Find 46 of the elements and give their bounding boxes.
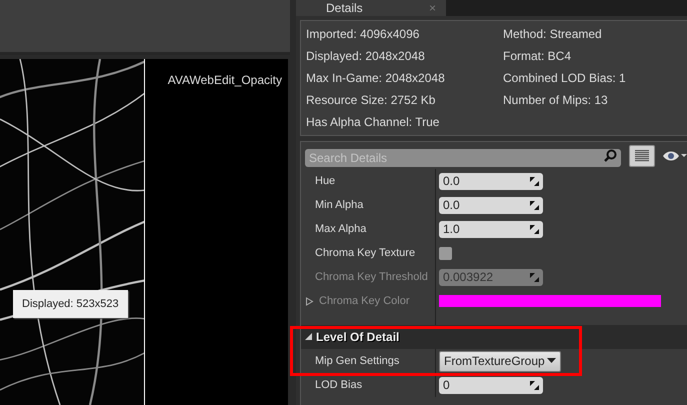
list-view-button[interactable] [629, 145, 655, 167]
section-title: Level Of Detail [316, 330, 400, 344]
tab-title: Details [326, 1, 363, 15]
drag-arrows-icon [530, 176, 539, 186]
field-value: 0.0 [443, 198, 460, 212]
number-field[interactable]: 0.0 [439, 172, 543, 190]
property-label: Hue [314, 175, 336, 187]
property-label: Chroma Key Texture [314, 247, 416, 259]
visibility-button[interactable] [663, 150, 687, 162]
info-text: Number of Mips: 13 [503, 92, 609, 109]
property-label: LOD Bias [314, 379, 364, 391]
property-label: Min Alpha [314, 199, 364, 211]
search-icon [604, 149, 617, 162]
tooltip: Displayed: 523x523 [13, 290, 128, 318]
property-label: Mip Gen Settings [314, 355, 400, 367]
info-text: Combined LOD Bias: 1 [503, 70, 627, 87]
property-label: Max Alpha [314, 223, 368, 235]
list-icon [635, 150, 649, 162]
info-text: Displayed: 2048x2048 [306, 48, 426, 65]
info-text: Resource Size: 2752 Kb [306, 92, 436, 109]
caret-icon [546, 358, 556, 364]
property-label: Chroma Key Color [301, 295, 435, 307]
drag-arrows-icon [530, 380, 539, 390]
texture-name: AVAWebEdit_Opacity [168, 73, 282, 87]
dropdown[interactable]: FromTextureGroup [439, 350, 561, 372]
info-text: Method: Streamed [503, 26, 603, 43]
field-value: 0 [443, 378, 450, 392]
number-field[interactable]: 0.0 [439, 196, 543, 214]
info-text: Format: BC4 [503, 48, 572, 65]
number-field[interactable]: 1.0 [439, 220, 543, 238]
field-value: 0.0 [443, 174, 460, 188]
property-label: Chroma Key Threshold [314, 271, 429, 283]
section-header[interactable]: Level Of Detail [301, 325, 687, 349]
field-value: 1.0 [443, 222, 460, 236]
checkbox[interactable] [439, 246, 452, 260]
drag-arrows-icon [530, 200, 539, 210]
details-tab[interactable]: Details × [296, 0, 446, 16]
info-text: Max In-Game: 2048x2048 [306, 70, 446, 87]
info-text: Has Alpha Channel: True [306, 114, 440, 131]
number-field[interactable]: 0 [439, 376, 543, 394]
drag-arrows-icon [530, 272, 539, 282]
drag-arrows-icon [530, 224, 539, 234]
field-value: 0.003922 [443, 270, 494, 284]
search-field[interactable]: Search Details [305, 149, 621, 167]
expander-icon[interactable] [305, 333, 313, 341]
info-text: Imported: 4096x4096 [306, 26, 420, 43]
